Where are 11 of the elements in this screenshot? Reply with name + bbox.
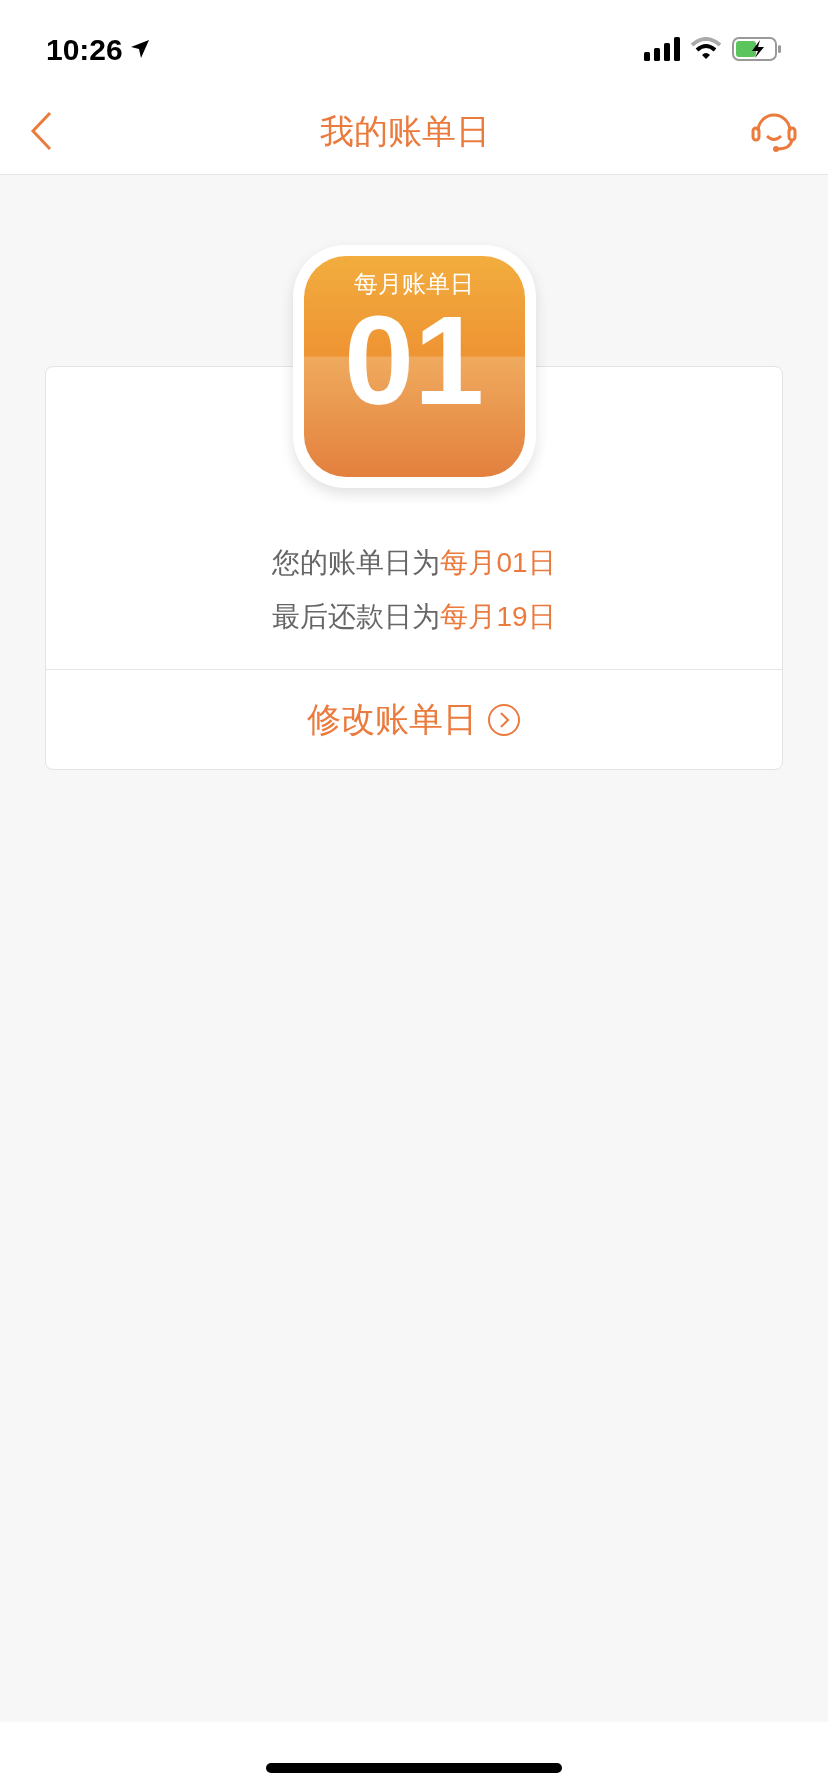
wifi-icon <box>690 37 722 61</box>
page-title: 我的账单日 <box>320 110 490 152</box>
calendar-caption: 每月账单日 <box>354 272 474 296</box>
battery-charging-icon <box>732 37 782 61</box>
signal-icon <box>644 37 680 61</box>
calendar-day: 01 <box>343 298 485 424</box>
edit-bill-day-button[interactable]: 修改账单日 <box>307 694 521 745</box>
status-time: 10:26 <box>46 31 123 68</box>
bill-info-text: 最后还款日为每月19日 <box>272 600 556 634</box>
bill-info-text: 您的账单日为每月01日 <box>272 546 556 580</box>
chevron-circle-icon <box>487 702 521 737</box>
